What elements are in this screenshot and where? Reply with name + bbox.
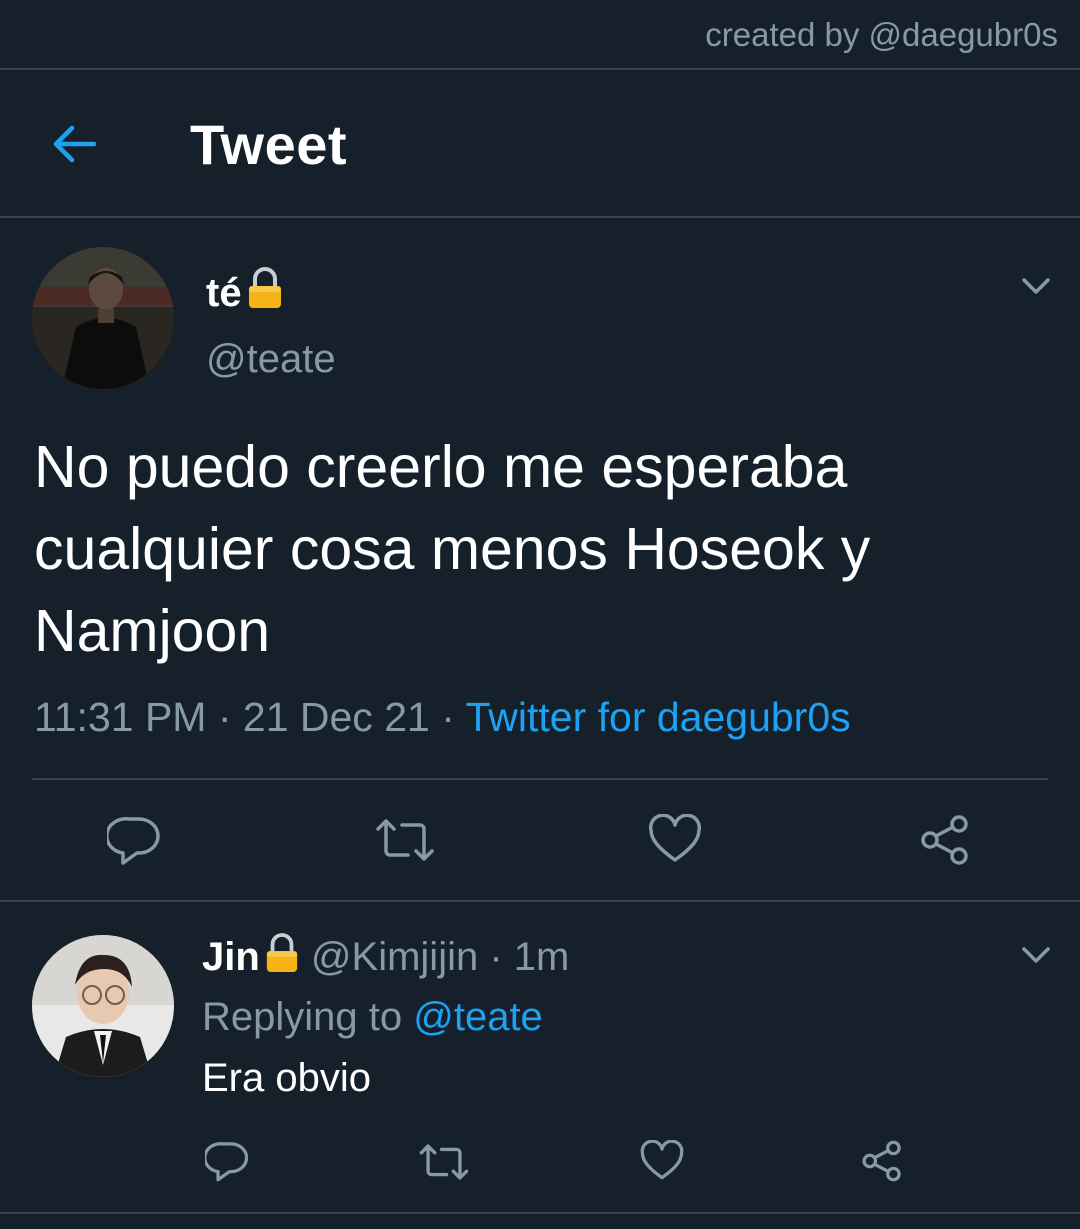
- tweet-date: 21 Dec 21: [242, 694, 430, 740]
- reply-display-name[interactable]: Jin: [202, 933, 300, 979]
- divider: [0, 900, 1080, 902]
- separator: ·: [478, 935, 514, 979]
- divider: [0, 1212, 1080, 1214]
- reply-handle[interactable]: @Kimjijin: [311, 935, 478, 979]
- like-icon: [649, 814, 701, 862]
- reply-header: Jin @Kimjijin · 1m: [202, 932, 569, 984]
- share-button[interactable]: [860, 1139, 904, 1183]
- separator: ·: [429, 694, 466, 740]
- more-options-button[interactable]: [1021, 945, 1051, 965]
- like-icon: [640, 1140, 684, 1180]
- author-name[interactable]: té: [206, 266, 284, 320]
- chevron-down-icon: [1022, 278, 1050, 294]
- display-name: té: [206, 271, 242, 315]
- back-button[interactable]: [48, 118, 100, 170]
- retweet-icon: [376, 819, 434, 861]
- replying-to-link[interactable]: @teate: [413, 995, 543, 1039]
- replying-prefix: Replying to: [202, 995, 414, 1039]
- replying-to: Replying to @teate: [202, 995, 543, 1040]
- lock-icon: [246, 266, 284, 320]
- reply-icon: [107, 817, 160, 865]
- tweet-meta: 11:31 PM · 21 Dec 21 · Twitter for daegu…: [34, 694, 851, 741]
- divider: [0, 216, 1080, 218]
- retweet-button[interactable]: [374, 815, 436, 865]
- divider: [0, 68, 1080, 70]
- avatar[interactable]: [32, 935, 174, 1077]
- divider: [32, 778, 1048, 780]
- like-button[interactable]: [640, 1140, 684, 1181]
- lock-icon: [264, 932, 300, 984]
- avatar[interactable]: [32, 247, 174, 389]
- tweet-time: 11:31 PM: [34, 694, 207, 740]
- like-button[interactable]: [648, 814, 702, 864]
- separator: ·: [206, 694, 243, 740]
- retweet-icon: [419, 1144, 469, 1180]
- share-button[interactable]: [918, 813, 972, 867]
- share-icon: [921, 815, 968, 865]
- reply-icon: [205, 1142, 249, 1182]
- watermark: created by @daegubr0s: [705, 16, 1058, 53]
- retweet-button[interactable]: [418, 1141, 470, 1183]
- arrow-left-icon: [53, 125, 97, 163]
- display-name: Jin: [202, 935, 260, 979]
- reply-age: 1m: [513, 935, 570, 979]
- tweet-text: No puedo creerlo me esperaba cualquier c…: [34, 434, 871, 664]
- chevron-down-icon: [1022, 947, 1050, 963]
- tweet-source-link[interactable]: Twitter for daegubr0s: [466, 694, 851, 740]
- reply-button[interactable]: [107, 813, 161, 867]
- more-options-button[interactable]: [1021, 276, 1051, 296]
- reply-text: Era obvio: [202, 1056, 371, 1100]
- reply-button[interactable]: [205, 1139, 249, 1183]
- share-icon: [862, 1140, 901, 1182]
- author-handle[interactable]: @teate: [206, 337, 336, 382]
- page-title: Tweet: [190, 113, 348, 176]
